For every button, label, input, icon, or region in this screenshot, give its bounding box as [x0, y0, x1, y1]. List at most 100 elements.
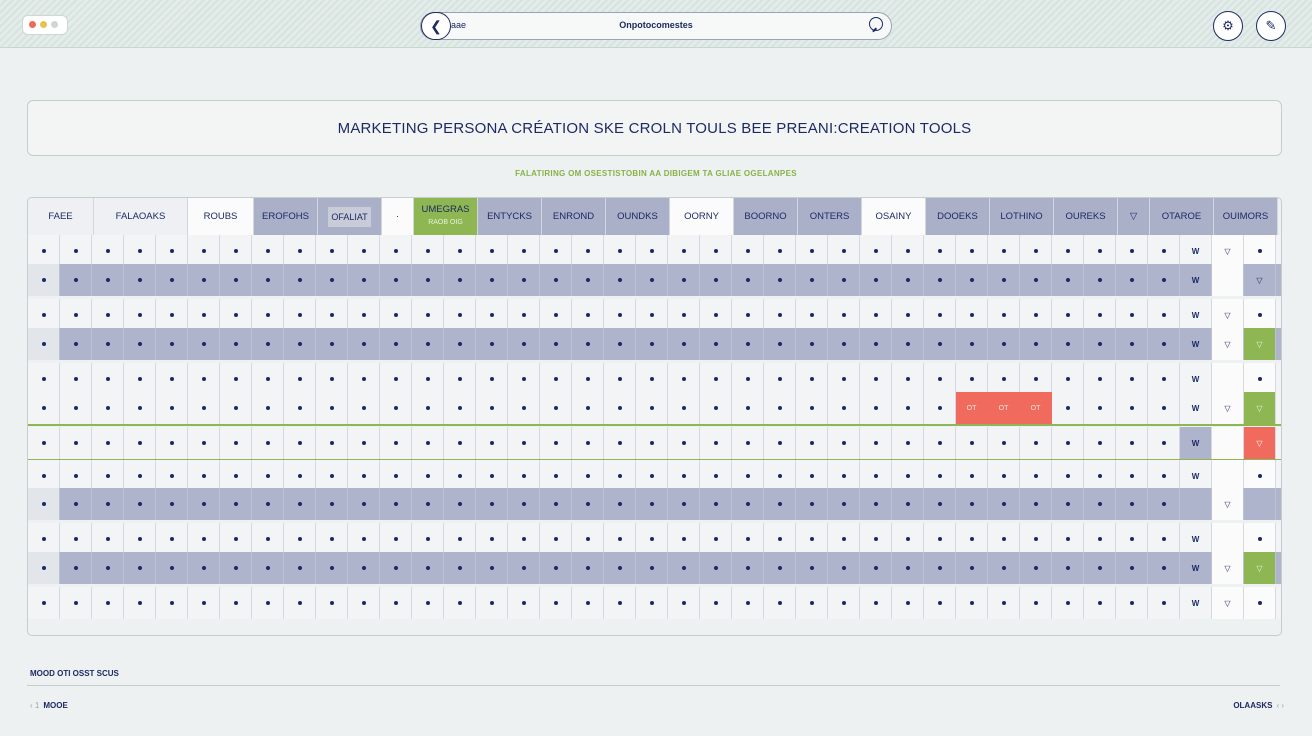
table-cell[interactable]	[156, 392, 188, 424]
table-cell[interactable]	[956, 587, 988, 619]
table-cell[interactable]	[1244, 363, 1276, 395]
table-cell[interactable]	[732, 587, 764, 619]
table-cell[interactable]: ▽	[1244, 552, 1276, 584]
table-cell[interactable]	[92, 427, 124, 459]
table-cell[interactable]	[508, 235, 540, 267]
table-cell[interactable]	[700, 523, 732, 555]
table-cell[interactable]	[828, 587, 860, 619]
table-cell[interactable]	[1084, 488, 1116, 520]
table-cell[interactable]	[284, 488, 316, 520]
table-cell[interactable]	[572, 328, 604, 360]
table-cell[interactable]	[380, 523, 412, 555]
table-cell[interactable]	[28, 235, 60, 267]
table-cell[interactable]	[572, 363, 604, 395]
table-cell[interactable]	[476, 235, 508, 267]
table-cell[interactable]	[1052, 587, 1084, 619]
table-cell[interactable]	[796, 427, 828, 459]
table-cell[interactable]	[508, 427, 540, 459]
table-cell[interactable]: ▽	[1244, 328, 1276, 360]
table-cell[interactable]	[60, 363, 92, 395]
table-cell[interactable]	[860, 427, 892, 459]
table-cell[interactable]	[124, 552, 156, 584]
table-cell[interactable]	[764, 587, 796, 619]
column-header[interactable]: OUREKS	[1054, 198, 1118, 235]
table-cell[interactable]	[252, 392, 284, 424]
table-cell[interactable]	[444, 264, 476, 296]
table-cell[interactable]	[220, 363, 252, 395]
table-cell[interactable]	[316, 392, 348, 424]
table-cell[interactable]	[1116, 392, 1148, 424]
table-cell[interactable]	[348, 427, 380, 459]
table-cell[interactable]: W	[1180, 392, 1212, 424]
table-cell[interactable]	[828, 299, 860, 331]
table-cell[interactable]	[668, 427, 700, 459]
table-cell[interactable]	[1212, 523, 1244, 555]
table-cell[interactable]: OT	[956, 392, 988, 424]
table-cell[interactable]	[636, 587, 668, 619]
table-cell[interactable]	[668, 552, 700, 584]
table-cell[interactable]	[412, 587, 444, 619]
column-header[interactable]: BOORNO	[734, 198, 798, 235]
table-cell[interactable]	[284, 427, 316, 459]
table-cell[interactable]	[988, 235, 1020, 267]
table-cell[interactable]	[1020, 299, 1052, 331]
table-cell[interactable]: OT	[1020, 392, 1052, 424]
table-cell[interactable]	[1052, 488, 1084, 520]
table-cell[interactable]	[860, 235, 892, 267]
table-cell[interactable]	[828, 363, 860, 395]
table-cell[interactable]	[444, 523, 476, 555]
table-cell[interactable]	[700, 552, 732, 584]
column-header[interactable]: LOTHINO	[990, 198, 1054, 235]
table-cell[interactable]	[636, 392, 668, 424]
table-cell[interactable]	[700, 427, 732, 459]
table-cell[interactable]	[828, 235, 860, 267]
address-bar[interactable]: ❮ aae Onpotocomestes	[420, 12, 892, 40]
table-cell[interactable]	[540, 299, 572, 331]
table-cell[interactable]	[1116, 363, 1148, 395]
table-cell[interactable]	[988, 363, 1020, 395]
table-cell[interactable]: W	[1180, 523, 1212, 555]
table-cell[interactable]	[284, 328, 316, 360]
table-cell[interactable]	[188, 299, 220, 331]
table-cell[interactable]	[604, 392, 636, 424]
column-header[interactable]: UMEGRAS RAOB OIG	[414, 198, 478, 235]
table-cell[interactable]	[764, 488, 796, 520]
table-cell[interactable]	[796, 363, 828, 395]
table-cell[interactable]	[796, 392, 828, 424]
table-cell[interactable]	[188, 328, 220, 360]
table-cell[interactable]	[220, 427, 252, 459]
table-cell[interactable]	[668, 587, 700, 619]
column-header[interactable]: FALAOAKS	[94, 198, 188, 235]
table-cell[interactable]	[1148, 488, 1180, 520]
edit-button[interactable]: ✎	[1256, 11, 1286, 41]
table-cell[interactable]	[220, 328, 252, 360]
table-cell[interactable]	[252, 488, 284, 520]
table-cell[interactable]	[956, 427, 988, 459]
table-cell[interactable]	[988, 328, 1020, 360]
table-cell[interactable]	[1148, 523, 1180, 555]
table-cell[interactable]: ▽	[1244, 392, 1276, 424]
table-cell[interactable]: W	[1180, 264, 1212, 296]
table-cell[interactable]	[732, 264, 764, 296]
table-cell[interactable]	[956, 363, 988, 395]
settings-button[interactable]: ⚙	[1213, 11, 1243, 41]
table-cell[interactable]	[924, 392, 956, 424]
table-cell[interactable]	[1052, 328, 1084, 360]
table-cell[interactable]	[636, 552, 668, 584]
table-cell[interactable]	[124, 427, 156, 459]
column-header[interactable]: OFALIAT	[318, 198, 382, 235]
table-cell[interactable]	[1052, 392, 1084, 424]
table-cell[interactable]	[1084, 299, 1116, 331]
table-cell[interactable]	[1020, 363, 1052, 395]
table-cell[interactable]	[28, 264, 60, 296]
table-cell[interactable]	[412, 427, 444, 459]
table-cell[interactable]	[892, 523, 924, 555]
column-header[interactable]: ENTYCKS	[478, 198, 542, 235]
table-cell[interactable]	[668, 328, 700, 360]
table-row[interactable]: W	[28, 523, 1281, 555]
table-cell[interactable]	[1148, 235, 1180, 267]
table-cell[interactable]	[412, 523, 444, 555]
table-cell[interactable]	[860, 264, 892, 296]
table-cell[interactable]	[1084, 235, 1116, 267]
table-cell[interactable]	[796, 488, 828, 520]
